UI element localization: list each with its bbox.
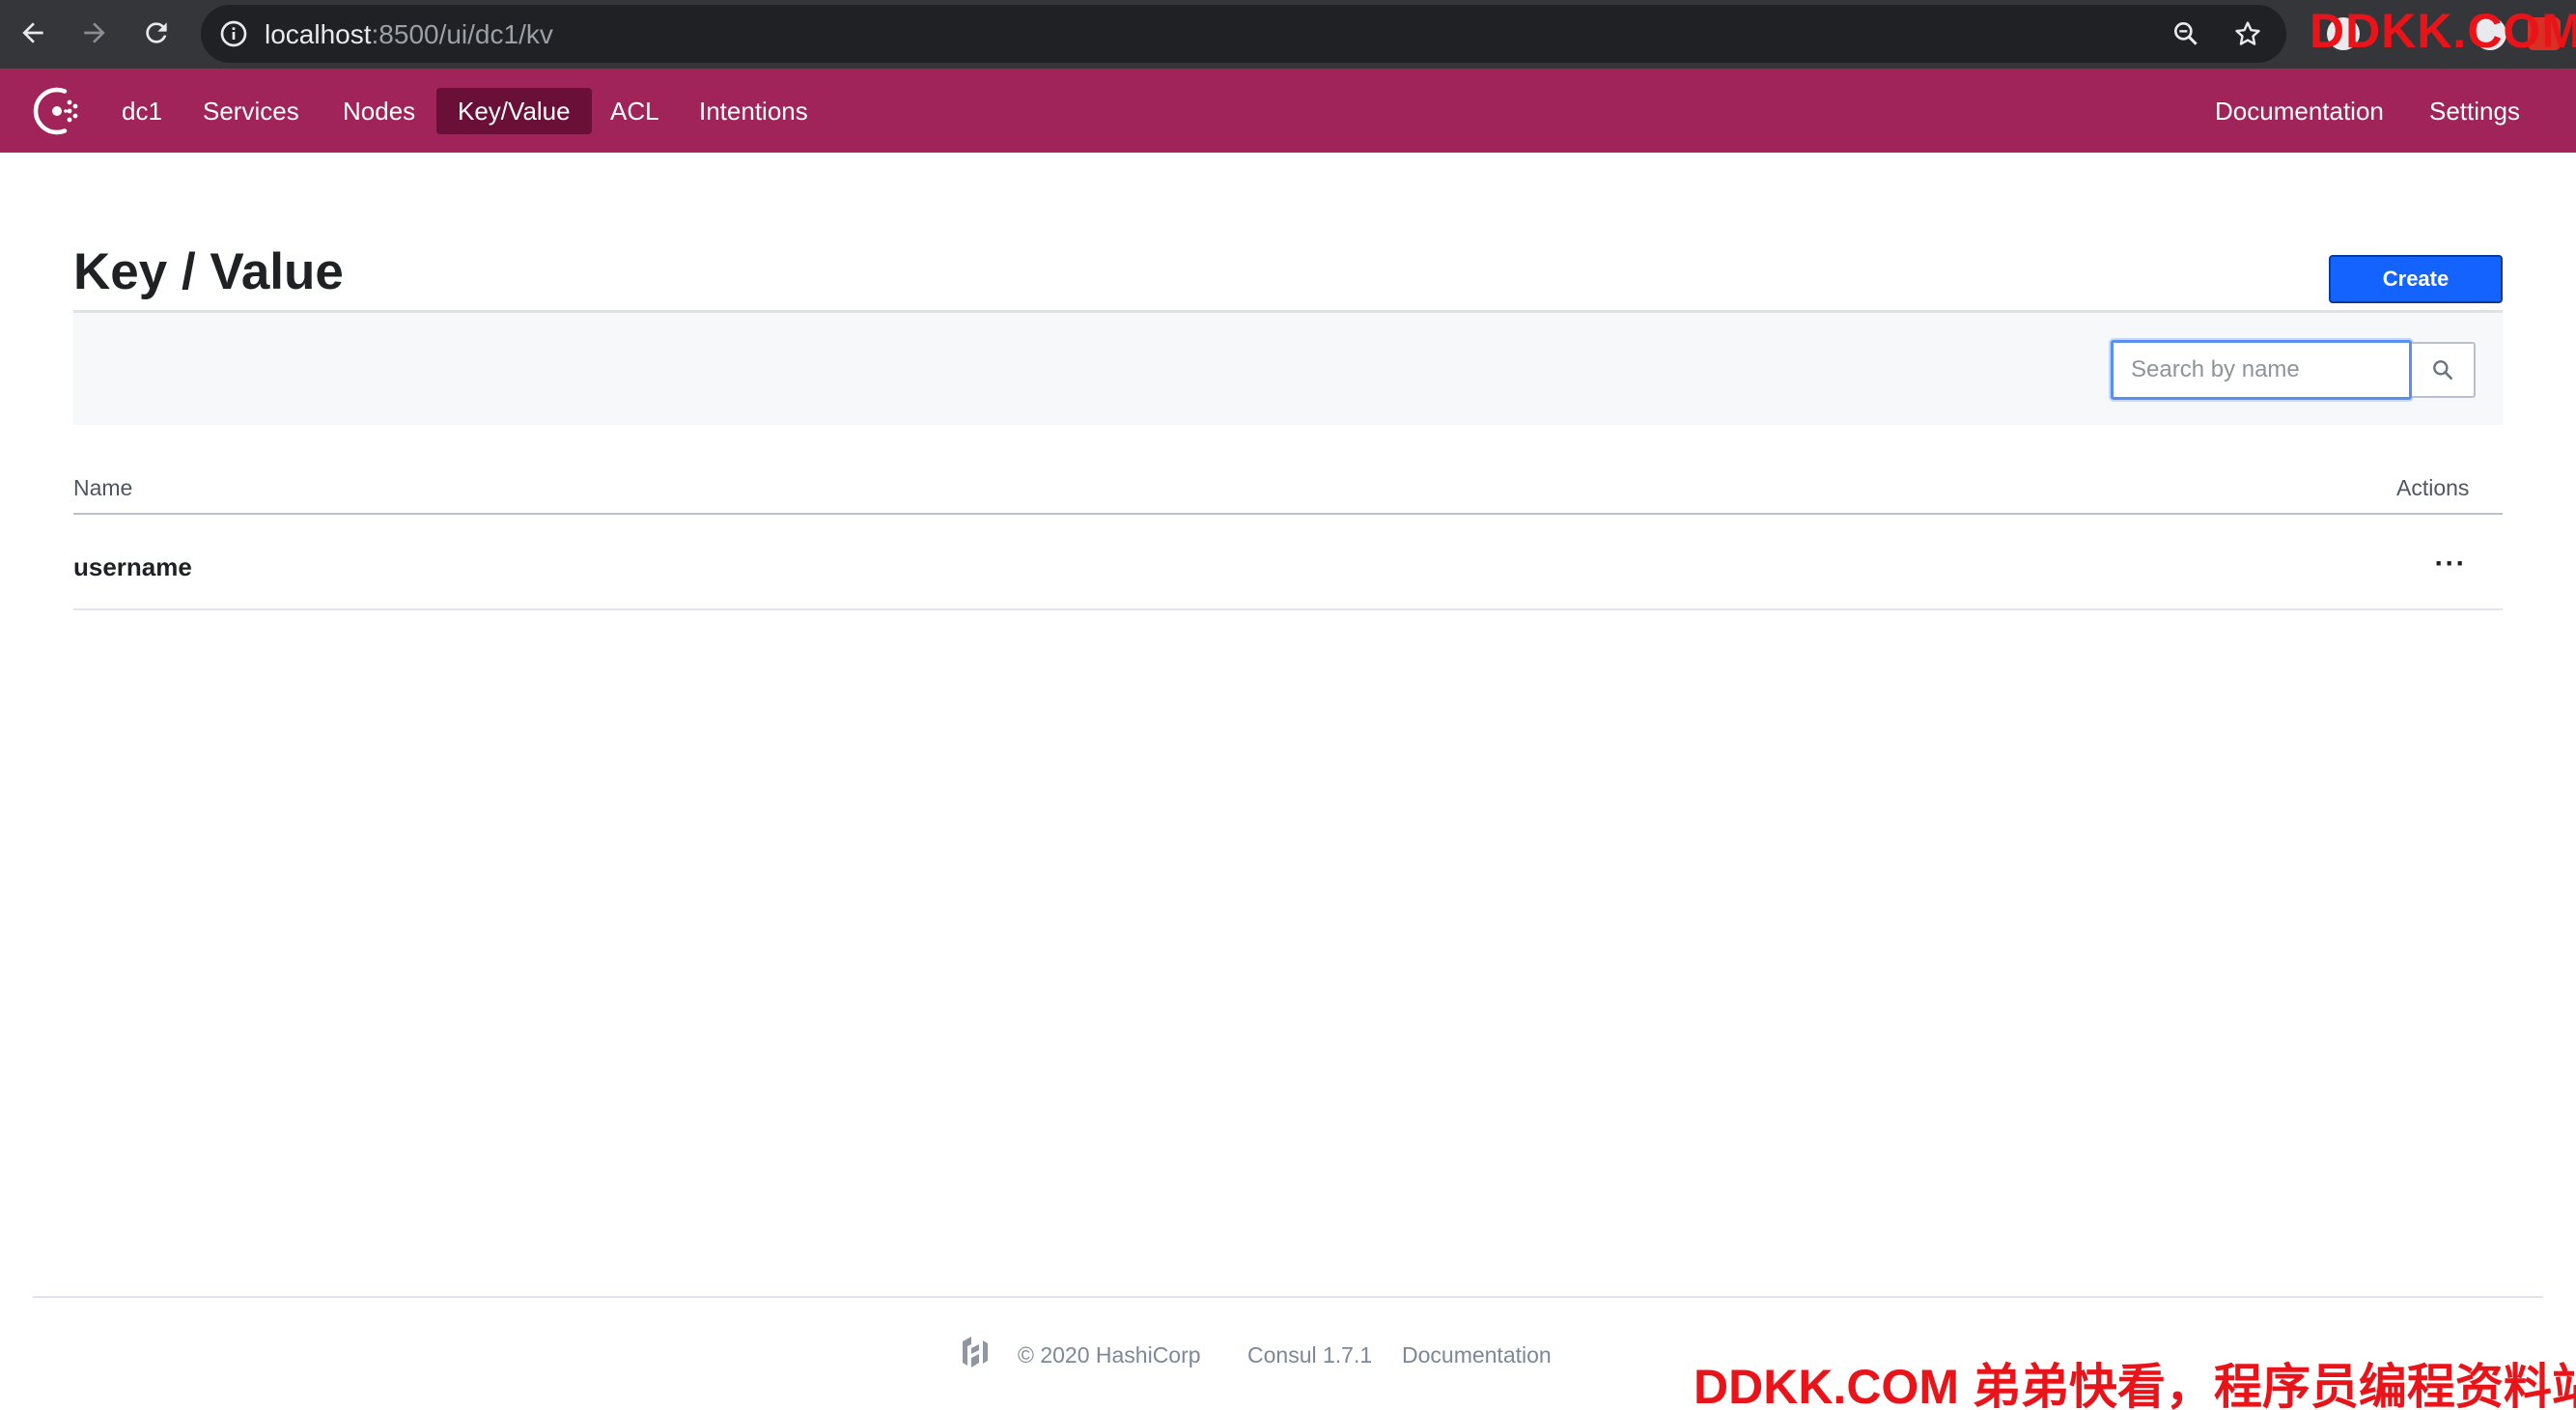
address-bar[interactable]: localhost:8500/ui/dc1/kv	[201, 5, 2286, 63]
footer-version[interactable]: Consul 1.7.1	[1247, 1340, 1372, 1369]
search-icon	[2433, 360, 2452, 380]
footer-divider	[33, 1296, 2543, 1298]
zoom-icon[interactable]	[2170, 18, 2201, 49]
nav-acl[interactable]: ACL	[589, 88, 681, 134]
arrow-left-icon	[22, 22, 43, 43]
nav-key-value[interactable]: Key/Value	[436, 88, 592, 134]
watermark-top: DDKK.COM	[2310, 4, 2576, 58]
url-path: :8500/ui/dc1/kv	[371, 19, 553, 49]
nav-documentation[interactable]: Documentation	[2194, 88, 2405, 134]
nav-nodes[interactable]: Nodes	[322, 88, 436, 134]
url-host: localhost	[265, 19, 372, 49]
app-header: dc1 Services Nodes Key/Value ACL Intenti…	[0, 69, 2576, 153]
create-button[interactable]: Create	[2329, 255, 2503, 303]
datacenter-menu[interactable]: dc1	[100, 88, 183, 134]
table-header-divider	[73, 513, 2503, 515]
nav-services[interactable]: Services	[182, 88, 321, 134]
table-row-divider	[73, 608, 2503, 610]
search-button[interactable]	[2412, 342, 2476, 398]
column-header-name: Name	[73, 475, 133, 500]
browser-toolbar: localhost:8500/ui/dc1/kv DDKK.COM	[0, 0, 2576, 69]
nav-settings[interactable]: Settings	[2408, 88, 2541, 134]
back-button[interactable]	[14, 14, 52, 52]
hashicorp-logo-icon[interactable]	[956, 1333, 994, 1371]
star-icon[interactable]	[2232, 18, 2263, 49]
info-icon[interactable]	[218, 18, 249, 49]
reload-button[interactable]	[137, 14, 176, 52]
reload-icon	[146, 22, 167, 43]
url-text: localhost:8500/ui/dc1/kv	[265, 19, 553, 50]
consul-logo-icon[interactable]	[31, 85, 83, 137]
kv-row-name[interactable]: username	[73, 550, 192, 583]
column-header-actions: Actions	[2396, 475, 2470, 500]
footer-copyright: © 2020 HashiCorp	[1018, 1342, 1201, 1368]
more-actions-button[interactable]: ···	[2433, 549, 2468, 579]
nav-intentions[interactable]: Intentions	[678, 88, 829, 134]
page-title: Key / Value	[73, 243, 344, 300]
forward-button[interactable]	[75, 14, 114, 52]
search-input[interactable]	[2111, 340, 2412, 400]
watermark-bottom: DDKK.COM 弟弟快看，程序员编程资料站	[1694, 1360, 2576, 1410]
arrow-right-icon	[84, 22, 105, 43]
footer-documentation-link[interactable]: Documentation	[1402, 1340, 1552, 1369]
